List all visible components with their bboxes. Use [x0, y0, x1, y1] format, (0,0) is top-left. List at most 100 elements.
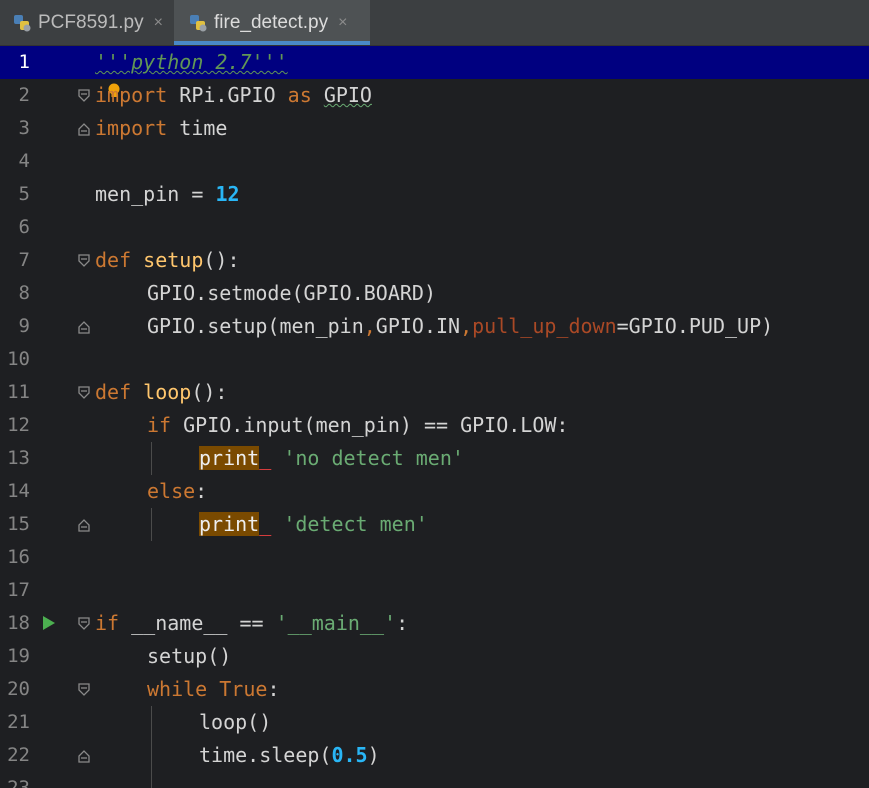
- code-line-18[interactable]: if __name__ == '__main__':: [95, 607, 408, 640]
- indent-guide: [151, 508, 152, 541]
- line-number: 8: [18, 282, 30, 304]
- code-text: setup(): [147, 644, 232, 668]
- code-line-2[interactable]: import RPi.GPIO as GPIO: [95, 79, 372, 112]
- code-text: :: [267, 677, 280, 701]
- fold-open-icon[interactable]: [78, 683, 90, 697]
- line-number: 17: [7, 579, 30, 601]
- tab-fire-detect[interactable]: fire_detect.py ×: [174, 0, 370, 45]
- code-text: time.sleep(: [199, 743, 332, 767]
- line-number: 21: [7, 711, 30, 733]
- line-number: 15: [7, 513, 30, 535]
- comma: ,: [460, 314, 473, 338]
- line-number: 9: [18, 315, 30, 337]
- close-icon[interactable]: ×: [338, 14, 347, 32]
- line-number: 14: [7, 480, 30, 502]
- tab-label: fire_detect.py: [214, 11, 329, 33]
- fold-open-icon[interactable]: [78, 254, 90, 268]
- fold-open-icon[interactable]: [78, 386, 90, 400]
- python-file-icon: [14, 14, 31, 31]
- fold-open-icon[interactable]: [78, 617, 90, 631]
- code-text: GPIO.setup(men_pin: [147, 314, 364, 338]
- run-icon[interactable]: [43, 616, 55, 630]
- code-text: ():: [191, 380, 228, 404]
- code-line-15[interactable]: print_ 'detect men': [199, 508, 428, 541]
- code-line-8[interactable]: GPIO.setmode(GPIO.BOARD): [147, 277, 436, 310]
- line-number: 3: [18, 117, 30, 139]
- code-line-22[interactable]: time.sleep(0.5): [199, 739, 380, 772]
- keyword: else: [147, 479, 196, 503]
- code-line-3[interactable]: import time: [95, 112, 227, 145]
- print-statement: print: [199, 512, 260, 536]
- indent-guide: [151, 442, 152, 475]
- line-number: 7: [18, 249, 30, 271]
- code-line-19[interactable]: setup(): [147, 640, 231, 673]
- code-line-7[interactable]: def setup():: [95, 244, 240, 277]
- fold-close-icon[interactable]: [78, 320, 90, 334]
- code-text: :: [396, 611, 409, 635]
- fold-open-icon[interactable]: [78, 89, 90, 103]
- code-text: GPIO.setmode(GPIO.BOARD): [147, 281, 436, 305]
- fold-close-icon[interactable]: [78, 749, 90, 763]
- string-literal: 'detect men': [283, 512, 428, 536]
- number-literal: 12: [215, 182, 240, 206]
- print-statement: print: [199, 446, 260, 470]
- number-literal: 0.5: [331, 743, 368, 767]
- code-line-5[interactable]: men_pin = 12: [95, 178, 240, 211]
- line-number-gutter: 1 2 3 4 5 6 7 8 9 10 11 12 13 14 15 16 1…: [0, 46, 90, 788]
- function-name: setup: [143, 248, 204, 272]
- fold-close-icon[interactable]: [78, 518, 90, 532]
- keyword: if: [147, 413, 172, 437]
- code-text: __name__ ==: [131, 611, 264, 635]
- code-line-21[interactable]: loop(): [199, 706, 271, 739]
- function-name: loop: [143, 380, 192, 404]
- editor-tab-bar: PCF8591.py × fire_detect.py ×: [0, 0, 869, 46]
- code-editor[interactable]: 1 2 3 4 5 6 7 8 9 10 11 12 13 14 15 16 1…: [0, 46, 869, 788]
- code-line-20[interactable]: while True:: [147, 673, 279, 706]
- line-number: 4: [18, 150, 30, 172]
- code-line-9[interactable]: GPIO.setup(men_pin,GPIO.IN,pull_up_down=…: [147, 310, 773, 343]
- error-marker: _: [259, 512, 272, 536]
- line-number: 6: [18, 216, 30, 238]
- error-marker: _: [259, 446, 272, 470]
- tab-label: PCF8591.py: [38, 11, 144, 33]
- close-icon[interactable]: ×: [154, 14, 163, 32]
- code-text: ): [367, 743, 380, 767]
- code-line-12[interactable]: if GPIO.input(men_pin) == GPIO.LOW:: [147, 409, 568, 442]
- keyword: def: [95, 380, 132, 404]
- keyword: def: [95, 248, 132, 272]
- tab-pcf8591[interactable]: PCF8591.py ×: [0, 0, 174, 45]
- code-line-11[interactable]: def loop():: [95, 376, 227, 409]
- module-name: time: [179, 116, 228, 140]
- line-number: 11: [7, 381, 30, 403]
- fold-close-icon[interactable]: [78, 122, 90, 136]
- keyword-argument: pull_up_down: [472, 314, 617, 338]
- comma: ,: [363, 314, 376, 338]
- line-number: 18: [7, 612, 30, 634]
- string-literal: 'no detect men': [283, 446, 464, 470]
- python-file-icon: [190, 14, 207, 31]
- code-line-13[interactable]: print_ 'no detect men': [199, 442, 464, 475]
- line-number: 16: [7, 546, 30, 568]
- line-number: 22: [7, 744, 30, 766]
- code-line-1[interactable]: '''python 2.7''': [95, 46, 288, 79]
- code-text: GPIO.input(men_pin) == GPIO.LOW:: [183, 413, 569, 437]
- code-text: loop(): [199, 710, 272, 734]
- docstring: '''python 2.7''': [95, 50, 288, 74]
- keyword: True: [219, 677, 268, 701]
- alias-name: GPIO: [323, 83, 372, 107]
- keyword: as: [287, 83, 312, 107]
- keyword: while: [147, 677, 208, 701]
- line-number: 10: [7, 348, 30, 370]
- code-text: =GPIO.PUD_UP): [616, 314, 774, 338]
- line-number: 23: [7, 777, 30, 788]
- keyword: import: [95, 116, 168, 140]
- line-number: 20: [7, 678, 30, 700]
- line-number: 12: [7, 414, 30, 436]
- module-name: RPi.GPIO: [179, 83, 276, 107]
- code-line-14[interactable]: else:: [147, 475, 207, 508]
- line-number: 2: [18, 84, 30, 106]
- line-number: 1: [18, 51, 30, 73]
- line-number: 19: [7, 645, 30, 667]
- variable: men_pin: [95, 182, 180, 206]
- line-number: 13: [7, 447, 30, 469]
